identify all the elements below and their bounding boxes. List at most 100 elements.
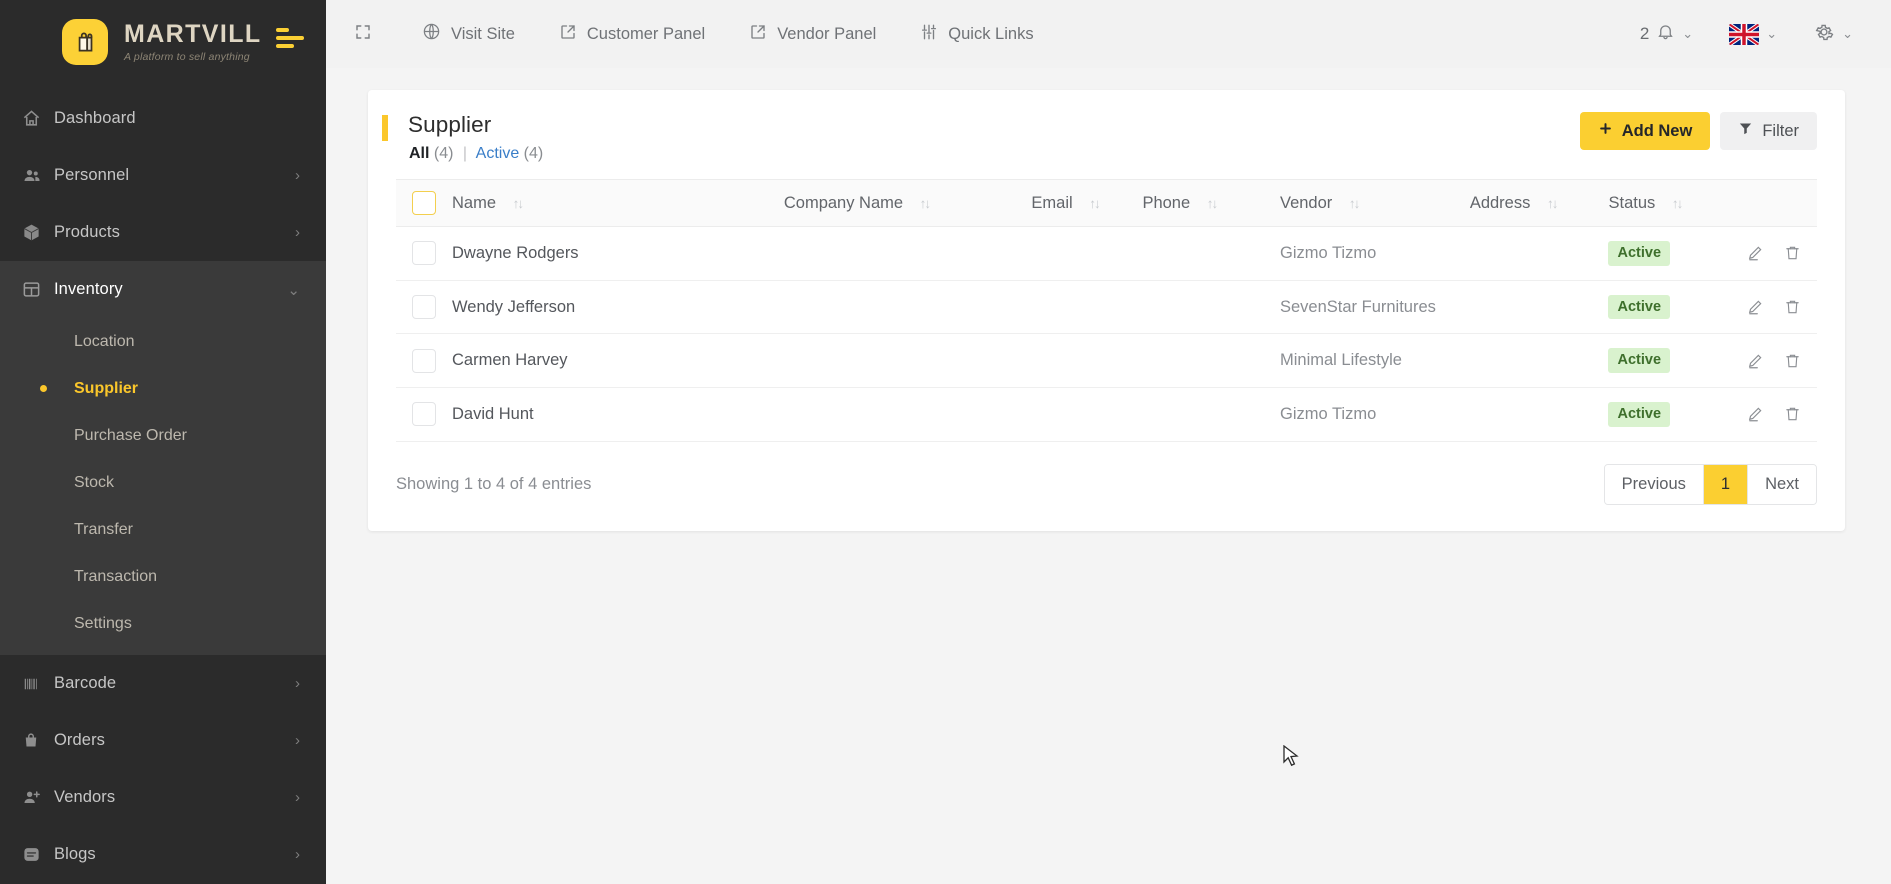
sidebar-item-products[interactable]: Products › bbox=[0, 204, 326, 261]
sort-arrows-icon[interactable]: ↑↓ bbox=[1089, 196, 1100, 211]
status-badge: Active bbox=[1608, 348, 1671, 374]
table-row[interactable]: Carmen Harvey Minimal Lifestyle Active bbox=[396, 333, 1817, 389]
trash-delete-icon[interactable] bbox=[1784, 405, 1801, 423]
cell-phone bbox=[1134, 387, 1272, 442]
notifications-button[interactable]: 2 ⌄ bbox=[1626, 22, 1707, 46]
row-checkbox[interactable] bbox=[412, 295, 436, 319]
settings-menu-button[interactable]: ⌄ bbox=[1799, 21, 1867, 48]
sidebar-item-dashboard[interactable]: Dashboard bbox=[0, 90, 326, 147]
sort-arrows-icon[interactable]: ↑↓ bbox=[513, 196, 524, 211]
chevron-down-icon: ⌄ bbox=[1842, 26, 1853, 41]
app-root: MARTVILL A platform to sell anything Das… bbox=[0, 0, 1891, 884]
visit-site-link[interactable]: Visit Site bbox=[400, 0, 537, 68]
trash-delete-icon[interactable] bbox=[1784, 352, 1801, 370]
sidebar-item-inventory[interactable]: Inventory ⌄ bbox=[0, 261, 326, 318]
cell-phone bbox=[1134, 333, 1272, 389]
cell-company-name bbox=[775, 333, 1024, 389]
column-header-company-name[interactable]: Company Name ↑↓ bbox=[775, 179, 1024, 227]
sidebar-item-orders[interactable]: Orders › bbox=[0, 712, 326, 769]
globe-icon bbox=[422, 22, 441, 46]
status-badge: Active bbox=[1608, 294, 1671, 320]
pencil-edit-icon[interactable] bbox=[1746, 405, 1764, 423]
column-header-actions bbox=[1738, 179, 1817, 227]
sliders-icon bbox=[920, 23, 938, 46]
chevron-down-icon: ⌄ bbox=[287, 281, 300, 299]
pagination-page-1[interactable]: 1 bbox=[1703, 464, 1749, 504]
brand-tagline: A platform to sell anything bbox=[124, 50, 250, 63]
sidebar-subitem-settings[interactable]: Settings bbox=[0, 600, 326, 647]
row-checkbox[interactable] bbox=[412, 348, 436, 373]
column-label: Status bbox=[1608, 193, 1656, 212]
cell-address bbox=[1461, 280, 1601, 335]
column-header-phone[interactable]: Phone ↑↓ bbox=[1134, 179, 1272, 227]
row-select-cell bbox=[396, 333, 444, 389]
sidebar-item-blogs[interactable]: Blogs › bbox=[0, 826, 326, 883]
filter-button[interactable]: Filter bbox=[1720, 112, 1817, 150]
cell-vendor: Minimal Lifestyle bbox=[1271, 333, 1462, 389]
column-header-status[interactable]: Status ↑↓ bbox=[1600, 179, 1738, 227]
status-filter-tabs: All (4) | Active (4) bbox=[408, 145, 543, 163]
users-icon bbox=[22, 166, 54, 186]
trash-delete-icon[interactable] bbox=[1784, 298, 1801, 316]
sort-arrows-icon[interactable]: ↑↓ bbox=[1207, 196, 1218, 211]
sort-arrows-icon[interactable]: ↑↓ bbox=[1349, 196, 1360, 211]
sidebar-subitem-label: Location bbox=[74, 332, 135, 350]
active-dot-icon bbox=[40, 385, 47, 392]
sidebar-subitem-supplier[interactable]: Supplier bbox=[0, 365, 326, 412]
filter-label: Filter bbox=[1762, 121, 1799, 140]
add-new-button[interactable]: Add New bbox=[1579, 112, 1711, 150]
sort-arrows-icon[interactable]: ↑↓ bbox=[1672, 196, 1683, 211]
hamburger-toggle-icon[interactable] bbox=[276, 28, 304, 50]
bell-icon bbox=[1656, 22, 1675, 46]
cell-address bbox=[1461, 226, 1601, 281]
sidebar-subitem-transaction[interactable]: Transaction bbox=[0, 553, 326, 600]
table-row[interactable]: Wendy Jefferson SevenStar Furnitures Act… bbox=[396, 280, 1817, 335]
sidebar-item-personnel[interactable]: Personnel › bbox=[0, 147, 326, 204]
trash-delete-icon[interactable] bbox=[1784, 244, 1801, 262]
chevron-right-icon: › bbox=[295, 846, 300, 863]
column-header-address[interactable]: Address ↑↓ bbox=[1461, 179, 1601, 227]
visit-site-label: Visit Site bbox=[451, 24, 515, 43]
customer-panel-link[interactable]: Customer Panel bbox=[537, 0, 727, 68]
sort-arrows-icon[interactable]: ↑↓ bbox=[1547, 196, 1558, 211]
row-select-cell bbox=[396, 226, 444, 281]
row-checkbox[interactable] bbox=[412, 241, 436, 266]
sidebar-subitem-purchase-order[interactable]: Purchase Order bbox=[0, 412, 326, 459]
filter-tab-active[interactable]: Active bbox=[476, 145, 520, 162]
filter-tab-all[interactable]: All bbox=[409, 145, 429, 162]
fullscreen-button[interactable] bbox=[354, 0, 400, 68]
content-area: Supplier All (4) | Active (4) Add New Fi… bbox=[326, 68, 1891, 531]
filter-separator: | bbox=[462, 145, 468, 162]
pencil-edit-icon[interactable] bbox=[1746, 244, 1764, 262]
sort-arrows-icon[interactable]: ↑↓ bbox=[920, 196, 931, 211]
cell-status: Active bbox=[1600, 387, 1738, 442]
sidebar-item-barcode[interactable]: Barcode › bbox=[0, 655, 326, 712]
pencil-edit-icon[interactable] bbox=[1746, 298, 1764, 316]
sidebar-item-label: Blogs bbox=[54, 845, 96, 863]
vendor-panel-link[interactable]: Vendor Panel bbox=[727, 0, 898, 68]
table-footer: Showing 1 to 4 of 4 entries Previous 1 N… bbox=[396, 463, 1817, 505]
quick-links-button[interactable]: Quick Links bbox=[898, 0, 1055, 68]
column-header-name[interactable]: Name ↑↓ bbox=[444, 179, 776, 227]
sidebar-subitem-transfer[interactable]: Transfer bbox=[0, 506, 326, 553]
column-header-email[interactable]: Email ↑↓ bbox=[1023, 179, 1135, 227]
pagination-previous-button[interactable]: Previous bbox=[1604, 464, 1704, 504]
column-header-vendor[interactable]: Vendor ↑↓ bbox=[1271, 179, 1462, 227]
sidebar-subitem-stock[interactable]: Stock bbox=[0, 459, 326, 506]
sidebar-subitem-location[interactable]: Location bbox=[0, 318, 326, 365]
home-icon bbox=[22, 109, 54, 128]
cell-status: Active bbox=[1600, 226, 1738, 281]
grid-icon bbox=[22, 280, 54, 299]
pagination-next-button[interactable]: Next bbox=[1748, 464, 1816, 504]
uk-flag-icon bbox=[1729, 23, 1760, 45]
sidebar-item-label: Personnel bbox=[54, 166, 130, 184]
select-all-checkbox[interactable] bbox=[412, 191, 436, 215]
table-row[interactable]: David Hunt Gizmo Tizmo Active bbox=[396, 387, 1817, 442]
table-body: Dwayne Rodgers Gizmo Tizmo Active Wendy … bbox=[396, 226, 1817, 442]
row-checkbox[interactable] bbox=[412, 402, 436, 427]
add-new-label: Add New bbox=[1621, 121, 1693, 140]
sidebar-item-vendors[interactable]: Vendors › bbox=[0, 769, 326, 826]
table-row[interactable]: Dwayne Rodgers Gizmo Tizmo Active bbox=[396, 226, 1817, 281]
pencil-edit-icon[interactable] bbox=[1746, 352, 1764, 370]
language-selector[interactable]: ⌄ bbox=[1715, 23, 1791, 45]
